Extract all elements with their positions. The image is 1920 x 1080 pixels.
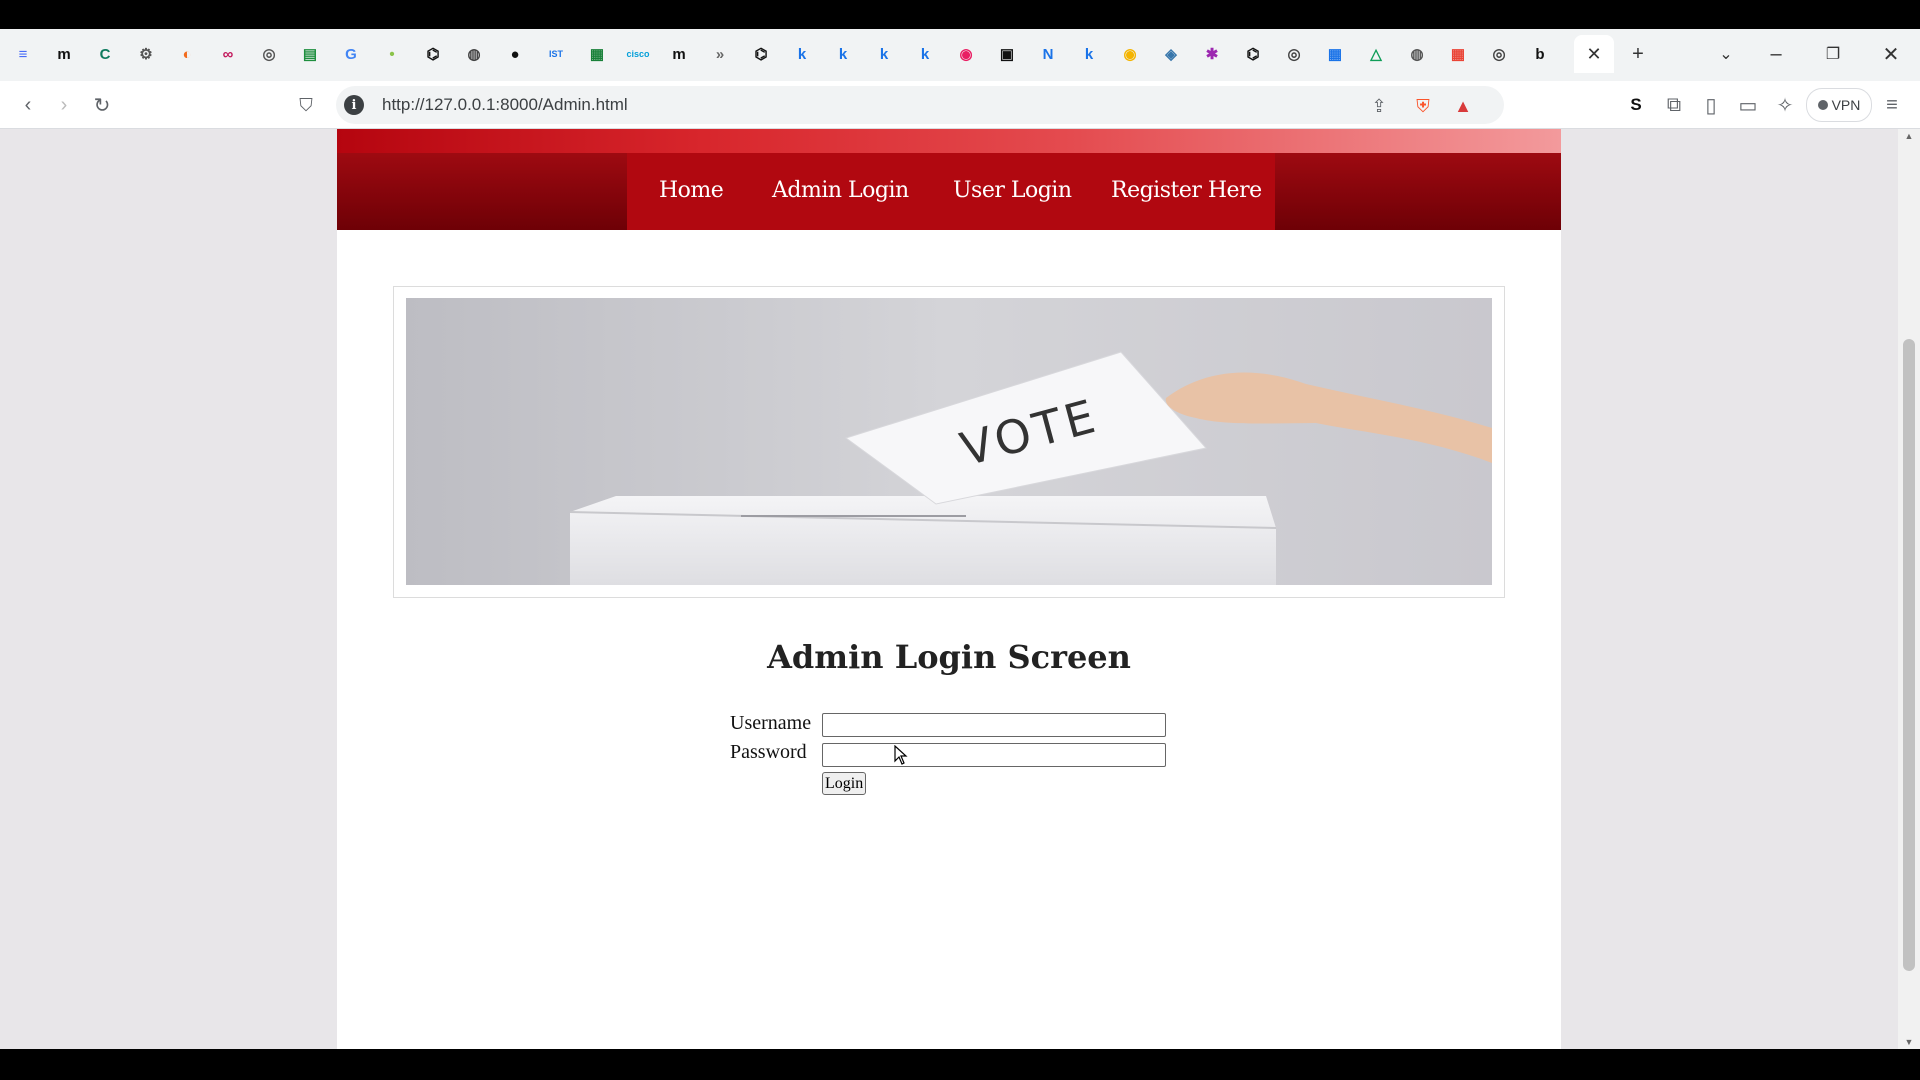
tab-favicon-icon[interactable]: k bbox=[828, 39, 858, 69]
active-tab[interactable]: ✕ bbox=[1574, 35, 1614, 73]
tab-favicon-icon[interactable]: ◎ bbox=[1484, 39, 1514, 69]
brave-rewards-icon[interactable]: ▲ bbox=[1450, 93, 1476, 119]
minimize-button[interactable]: – bbox=[1761, 39, 1791, 69]
tab-favicon-icon[interactable]: k bbox=[1074, 39, 1104, 69]
tab-favicon-icon[interactable]: ⌬ bbox=[1238, 39, 1268, 69]
tab-strip: ≡ m C ⚙ ◐ ∞ ◎ ▤ G • ⌬ ◍ ● IST ▦ cisco m» ⌬ k k k k ◉ ▣ Nk ◉ ◈ ✱ ⌬ ◎ ▦ △… bbox=[0, 29, 1920, 81]
tab-favicon-icon[interactable]: ◍ bbox=[459, 39, 489, 69]
tab-favicon-icon[interactable]: N bbox=[1033, 39, 1063, 69]
forward-button[interactable]: › bbox=[48, 89, 80, 121]
tab-favicon-icon[interactable]: k bbox=[787, 39, 817, 69]
tab-favicon-icon[interactable]: C bbox=[90, 39, 120, 69]
url-text[interactable]: http://127.0.0.1:8000/Admin.html bbox=[382, 95, 628, 115]
tab-favicon-icon[interactable]: ✱ bbox=[1197, 39, 1227, 69]
tab-favicon-icon[interactable]: ⌬ bbox=[746, 39, 776, 69]
header-banner-strip bbox=[337, 129, 1561, 155]
menu-icon[interactable]: ≡ bbox=[1876, 89, 1908, 121]
close-window-button[interactable]: ✕ bbox=[1876, 39, 1906, 69]
extensions-puzzle-icon[interactable]: ⧉ bbox=[1658, 89, 1690, 121]
tab-favicon-icon[interactable]: k bbox=[869, 39, 899, 69]
tab-favicon-icon[interactable]: cisco bbox=[623, 39, 653, 69]
tab-favicon-icon[interactable]: ▦ bbox=[1320, 39, 1350, 69]
tab-favicon-icon[interactable]: ◍ bbox=[1402, 39, 1432, 69]
page-container: Home Admin Login User Login Register Her… bbox=[337, 129, 1561, 1049]
vpn-button[interactable]: VPN bbox=[1806, 88, 1872, 122]
sidebar-icon[interactable]: ▯ bbox=[1695, 89, 1727, 121]
tab-favicon-icon[interactable]: b bbox=[1525, 39, 1555, 69]
tab-favicon-icon[interactable]: ● bbox=[500, 39, 530, 69]
restore-button[interactable]: ❐ bbox=[1818, 39, 1848, 69]
vpn-icon bbox=[1817, 100, 1828, 110]
tab-favicon-icon[interactable]: ▣ bbox=[992, 39, 1022, 69]
main-nav: Home Admin Login User Login Register Her… bbox=[337, 153, 1561, 230]
tab-favicon-icon[interactable]: ◎ bbox=[254, 39, 284, 69]
leo-ai-icon[interactable]: ✧ bbox=[1769, 89, 1801, 121]
tab-favicon-icon[interactable]: IST bbox=[541, 39, 571, 69]
tab-favicon-icon[interactable]: ◉ bbox=[951, 39, 981, 69]
wallet-icon[interactable]: ▭ bbox=[1732, 89, 1764, 121]
site-info-icon[interactable]: i bbox=[344, 95, 364, 115]
tab-favicon-icon[interactable]: ◐ bbox=[172, 39, 202, 69]
password-label: Password bbox=[730, 741, 807, 763]
tab-favicon-icon[interactable]: ◉ bbox=[1115, 39, 1145, 69]
brave-shields-icon[interactable]: ⛨ bbox=[1410, 93, 1436, 119]
tab-favicon-icon[interactable]: m bbox=[49, 39, 79, 69]
tab-close-icon[interactable]: ✕ bbox=[1586, 44, 1601, 65]
nav-user-login-link[interactable]: User Login bbox=[953, 178, 1072, 203]
tab-favicon-icon[interactable]: m bbox=[664, 39, 694, 69]
scroll-thumb[interactable] bbox=[1903, 339, 1915, 971]
nav-admin-login-link[interactable]: Admin Login bbox=[772, 178, 909, 203]
tab-favicon-icon[interactable]: △ bbox=[1361, 39, 1391, 69]
tab-favicon-icon[interactable]: ◎ bbox=[1279, 39, 1309, 69]
page-title: Admin Login Screen bbox=[767, 638, 1131, 676]
scroll-down-icon[interactable]: ▼ bbox=[1898, 1035, 1920, 1049]
tab-favicon-icon[interactable]: ◈ bbox=[1156, 39, 1186, 69]
tab-favicon-icon[interactable]: ▦ bbox=[582, 39, 612, 69]
tab-favicon-icon[interactable]: ▤ bbox=[295, 39, 325, 69]
login-button[interactable]: Login bbox=[822, 772, 867, 795]
banner-frame: VOTE bbox=[393, 286, 1505, 598]
vertical-scrollbar[interactable]: ▲ ▼ bbox=[1898, 129, 1920, 1049]
username-label: Username bbox=[730, 712, 812, 734]
new-tab-button[interactable]: + bbox=[1623, 39, 1653, 69]
tab-favicon-icon[interactable]: ∞ bbox=[213, 39, 243, 69]
tab-favicon-icon[interactable]: • bbox=[377, 39, 407, 69]
vote-banner-image: VOTE bbox=[406, 298, 1492, 585]
tab-favicon-icon[interactable]: ≡ bbox=[8, 39, 38, 69]
address-bar[interactable]: i http://127.0.0.1:8000/Admin.html ⇪ ⛨ ▲ bbox=[336, 86, 1504, 124]
nav-home-link[interactable]: Home bbox=[659, 178, 724, 203]
back-button[interactable]: ‹ bbox=[12, 89, 44, 121]
tab-favicon-icon[interactable]: k bbox=[910, 39, 940, 69]
tab-favicon-icon[interactable]: ▦ bbox=[1443, 39, 1473, 69]
tab-search-chevron-icon[interactable]: ⌄ bbox=[1711, 39, 1741, 69]
tab-favicon-icon[interactable]: ⚙ bbox=[131, 39, 161, 69]
share-icon[interactable]: ⇪ bbox=[1366, 93, 1392, 119]
tab-favicon-icon[interactable]: » bbox=[705, 39, 735, 69]
extension-s-icon[interactable]: S bbox=[1620, 89, 1652, 121]
mouse-cursor-icon bbox=[894, 745, 908, 765]
browser-toolbar: ‹ › ↻ ⛉ i http://127.0.0.1:8000/Admin.ht… bbox=[0, 81, 1920, 129]
bookmark-icon[interactable]: ⛉ bbox=[290, 89, 322, 121]
username-input[interactable] bbox=[822, 713, 1166, 737]
password-input[interactable] bbox=[822, 743, 1166, 767]
nav-register-link[interactable]: Register Here bbox=[1111, 178, 1262, 203]
page-viewport: Home Admin Login User Login Register Her… bbox=[0, 129, 1920, 1049]
vpn-label: VPN bbox=[1831, 97, 1861, 113]
tab-favicon-icon[interactable]: ⌬ bbox=[418, 39, 448, 69]
reload-icon[interactable]: ↻ bbox=[86, 89, 118, 121]
tab-favicon-icon[interactable]: G bbox=[336, 39, 366, 69]
scroll-up-icon[interactable]: ▲ bbox=[1898, 129, 1920, 143]
